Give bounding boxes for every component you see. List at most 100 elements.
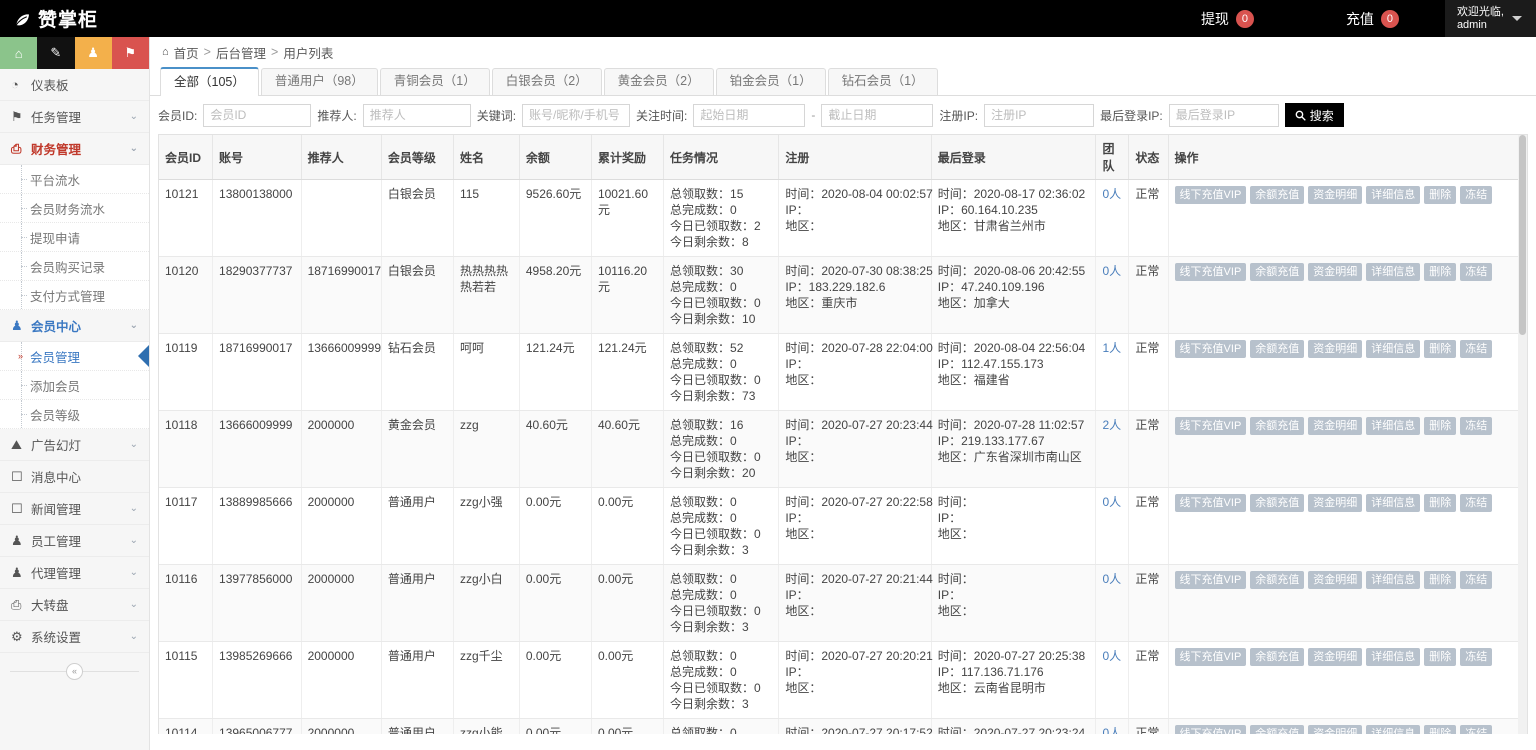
- tab-4[interactable]: 黄金会员（2）: [603, 68, 714, 95]
- withdraw-link[interactable]: 提现 0: [1155, 9, 1300, 29]
- referrer-input[interactable]: [362, 103, 471, 127]
- tab-5[interactable]: 铂金会员（1）: [715, 68, 826, 95]
- action-button-0[interactable]: 线下充值VIP: [1174, 417, 1247, 435]
- action-button-4[interactable]: 删除: [1424, 417, 1457, 435]
- tab-6[interactable]: 钻石会员（1）: [827, 68, 938, 95]
- sidebar-item-16[interactable]: ♟ 代理管理 ⌄: [0, 557, 149, 589]
- team-link[interactable]: 0人: [1102, 187, 1121, 201]
- action-button-2[interactable]: 资金明细: [1308, 494, 1363, 512]
- action-button-1[interactable]: 余额充值: [1250, 725, 1305, 734]
- action-button-0[interactable]: 线下充值VIP: [1174, 571, 1247, 589]
- last-login-ip-input[interactable]: [1168, 103, 1279, 127]
- team-link[interactable]: 0人: [1102, 649, 1121, 663]
- sidebar-item-8[interactable]: ♟ 会员中心 ⌄: [0, 310, 149, 342]
- team-link[interactable]: 2人: [1102, 418, 1121, 432]
- team-link[interactable]: 0人: [1102, 264, 1121, 278]
- team-link[interactable]: 1人: [1102, 341, 1121, 355]
- action-button-1[interactable]: 余额充值: [1250, 648, 1305, 666]
- action-button-1[interactable]: 余额充值: [1250, 186, 1305, 204]
- action-button-3[interactable]: 详细信息: [1366, 571, 1421, 589]
- brand-logo[interactable]: 赞掌柜: [0, 5, 150, 32]
- sidebar-item-12[interactable]: ⛰ 广告幻灯 ⌄: [0, 429, 149, 461]
- breadcrumb-item-admin[interactable]: 后台管理: [216, 43, 266, 62]
- sidebar-subitem-6[interactable]: 会员购买记录: [0, 252, 149, 281]
- action-button-0[interactable]: 线下充值VIP: [1174, 340, 1247, 358]
- tab-1[interactable]: 普通用户（98）: [260, 68, 378, 95]
- sidebar-subitem-7[interactable]: 支付方式管理: [0, 281, 149, 310]
- action-button-4[interactable]: 删除: [1424, 263, 1457, 281]
- sidebar-item-1[interactable]: ⚑ 任务管理 ⌄: [0, 101, 149, 133]
- sidebar-subitem-10[interactable]: 添加会员: [0, 371, 149, 400]
- sidebar-item-2[interactable]: ⎙ 财务管理 ⌄: [0, 133, 149, 165]
- action-button-3[interactable]: 详细信息: [1366, 648, 1421, 666]
- action-button-1[interactable]: 余额充值: [1250, 340, 1305, 358]
- action-button-3[interactable]: 详细信息: [1366, 340, 1421, 358]
- sidebar-subitem-9[interactable]: » 会员管理: [0, 342, 149, 371]
- action-button-2[interactable]: 资金明细: [1308, 571, 1363, 589]
- action-button-4[interactable]: 删除: [1424, 340, 1457, 358]
- action-button-4[interactable]: 删除: [1424, 571, 1457, 589]
- user-menu[interactable]: 欢迎光临, admin: [1444, 0, 1536, 37]
- sidebar-item-15[interactable]: ♟ 员工管理 ⌄: [0, 525, 149, 557]
- action-button-2[interactable]: 资金明细: [1308, 648, 1363, 666]
- action-button-5[interactable]: 冻结: [1460, 340, 1493, 358]
- home-icon[interactable]: ⌂: [0, 37, 38, 69]
- action-button-3[interactable]: 详细信息: [1366, 417, 1421, 435]
- action-button-5[interactable]: 冻结: [1460, 494, 1493, 512]
- sidebar-subitem-5[interactable]: 提现申请: [0, 223, 149, 252]
- action-button-5[interactable]: 冻结: [1460, 571, 1493, 589]
- action-button-2[interactable]: 资金明细: [1308, 417, 1363, 435]
- sidebar-subitem-3[interactable]: 平台流水: [0, 165, 149, 194]
- tab-0[interactable]: 全部（105）: [160, 67, 259, 96]
- action-button-4[interactable]: 删除: [1424, 494, 1457, 512]
- action-button-5[interactable]: 冻结: [1460, 725, 1493, 734]
- tab-2[interactable]: 青铜会员（1）: [379, 68, 490, 95]
- action-button-1[interactable]: 余额充值: [1250, 571, 1305, 589]
- action-button-1[interactable]: 余额充值: [1250, 494, 1305, 512]
- start-date-input[interactable]: [693, 103, 806, 127]
- action-button-0[interactable]: 线下充值VIP: [1174, 494, 1247, 512]
- edit-icon[interactable]: ✎: [37, 37, 75, 69]
- action-button-3[interactable]: 详细信息: [1366, 725, 1421, 734]
- sidebar-item-18[interactable]: ⚙ 系统设置 ⌄: [0, 621, 149, 653]
- action-button-0[interactable]: 线下充值VIP: [1174, 263, 1247, 281]
- team-link[interactable]: 0人: [1102, 726, 1121, 734]
- keyword-input[interactable]: [522, 103, 631, 127]
- action-button-3[interactable]: 详细信息: [1366, 494, 1421, 512]
- action-button-4[interactable]: 删除: [1424, 725, 1457, 734]
- collapse-sidebar-button[interactable]: «: [66, 662, 83, 680]
- sidebar-item-0[interactable]: ◔ 仪表板: [0, 69, 149, 101]
- member-id-input[interactable]: [203, 103, 312, 127]
- action-button-2[interactable]: 资金明细: [1308, 340, 1363, 358]
- action-button-5[interactable]: 冻结: [1460, 186, 1493, 204]
- users-icon[interactable]: ♟: [74, 37, 112, 69]
- bell-icon[interactable]: ⚑: [111, 37, 149, 69]
- action-button-0[interactable]: 线下充值VIP: [1174, 725, 1247, 734]
- action-button-5[interactable]: 冻结: [1460, 263, 1493, 281]
- team-link[interactable]: 0人: [1102, 495, 1121, 509]
- action-button-0[interactable]: 线下充值VIP: [1174, 648, 1247, 666]
- table-scrollbar[interactable]: [1518, 135, 1527, 734]
- action-button-5[interactable]: 冻结: [1460, 648, 1493, 666]
- action-button-5[interactable]: 冻结: [1460, 417, 1493, 435]
- recharge-link[interactable]: 充值 0: [1300, 9, 1445, 29]
- action-button-4[interactable]: 删除: [1424, 186, 1457, 204]
- action-button-2[interactable]: 资金明细: [1308, 725, 1363, 734]
- action-button-1[interactable]: 余额充值: [1250, 263, 1305, 281]
- search-button[interactable]: 搜索: [1284, 103, 1344, 127]
- sidebar-subitem-11[interactable]: 会员等级: [0, 400, 149, 429]
- sidebar-item-17[interactable]: ⎙ 大转盘 ⌄: [0, 589, 149, 621]
- end-date-input[interactable]: [821, 103, 934, 127]
- action-button-2[interactable]: 资金明细: [1308, 186, 1363, 204]
- tab-3[interactable]: 白银会员（2）: [491, 68, 602, 95]
- action-button-0[interactable]: 线下充值VIP: [1174, 186, 1247, 204]
- sidebar-item-13[interactable]: ☐ 消息中心: [0, 461, 149, 493]
- table-scrollbar-thumb[interactable]: [1519, 135, 1526, 335]
- action-button-4[interactable]: 删除: [1424, 648, 1457, 666]
- action-button-3[interactable]: 详细信息: [1366, 263, 1421, 281]
- action-button-1[interactable]: 余额充值: [1250, 417, 1305, 435]
- action-button-2[interactable]: 资金明细: [1308, 263, 1363, 281]
- sidebar-item-14[interactable]: ☐ 新闻管理 ⌄: [0, 493, 149, 525]
- team-link[interactable]: 0人: [1102, 572, 1121, 586]
- action-button-3[interactable]: 详细信息: [1366, 186, 1421, 204]
